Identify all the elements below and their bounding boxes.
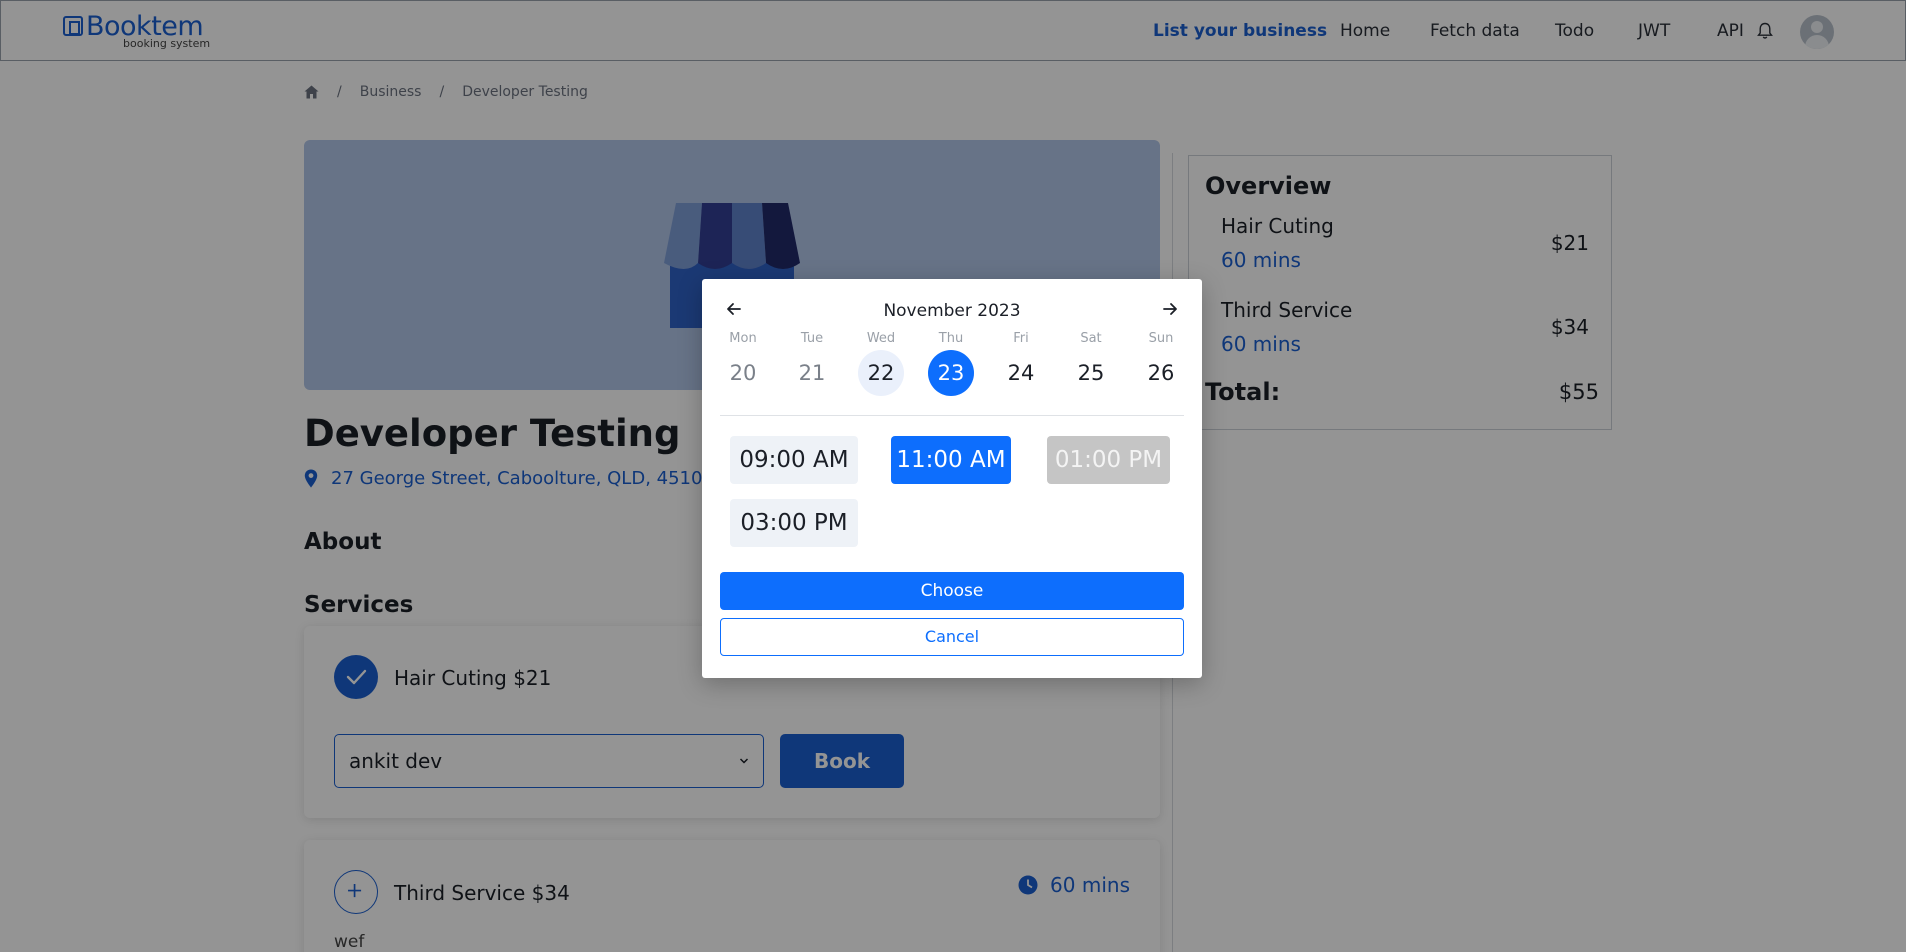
calendar-week: Mon 20 Tue 21 Wed 22 Thu 23 Fri 24 Sat 2…: [720, 331, 1184, 396]
day-number: 26: [1147, 361, 1175, 385]
day-of-week: Tue: [800, 331, 824, 346]
calendar-day-selected[interactable]: Thu 23: [928, 331, 974, 396]
day-of-week: Thu: [938, 331, 964, 346]
calendar-day[interactable]: Tue 21: [789, 331, 835, 396]
booking-datetime-modal: November 2023 Mon 20 Tue 21 Wed 22 Thu 2…: [702, 279, 1202, 678]
calendar-day[interactable]: Mon 20: [720, 331, 766, 396]
calendar-day[interactable]: Sat 25: [1068, 331, 1114, 396]
calendar-day[interactable]: Wed 22: [858, 331, 904, 396]
modal-divider: [720, 415, 1184, 416]
choose-button[interactable]: Choose: [720, 572, 1184, 610]
day-of-week: Mon: [729, 331, 757, 346]
cancel-button[interactable]: Cancel: [720, 618, 1184, 656]
day-number: 25: [1077, 361, 1105, 385]
day-of-week: Sat: [1080, 331, 1102, 346]
day-of-week: Sun: [1148, 331, 1174, 346]
day-number: 20: [729, 361, 757, 385]
day-number: 24: [1007, 361, 1035, 385]
time-slot-disabled: 01:00 PM: [1047, 436, 1170, 484]
day-number: 22: [858, 350, 904, 396]
calendar-day[interactable]: Sun 26: [1138, 331, 1184, 396]
time-slot-selected[interactable]: 11:00 AM: [891, 436, 1011, 484]
arrow-right-icon[interactable]: [1160, 299, 1180, 319]
calendar-day[interactable]: Fri 24: [998, 331, 1044, 396]
day-number: 23: [928, 350, 974, 396]
day-of-week: Wed: [866, 331, 896, 346]
day-of-week: Fri: [1013, 331, 1029, 346]
time-slot[interactable]: 03:00 PM: [730, 499, 858, 547]
time-slot[interactable]: 09:00 AM: [730, 436, 858, 484]
day-number: 21: [798, 361, 826, 385]
calendar-month: November 2023: [883, 301, 1021, 321]
